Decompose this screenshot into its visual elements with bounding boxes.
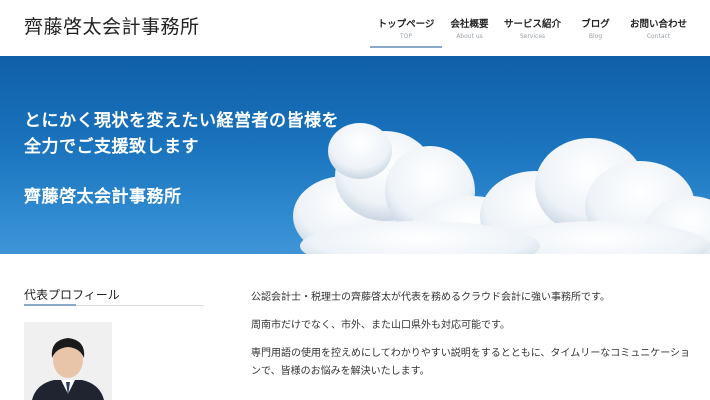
- nav-label: お問い合わせ: [629, 19, 687, 30]
- intro-paragraph: 公認会計士・税理士の齊藤啓太が代表を務めるクラウド会計に強い事務所です。: [251, 292, 610, 303]
- nav-sublabel: Blog: [588, 33, 603, 40]
- nav-sublabel: Services: [519, 33, 546, 40]
- hero-firm-name: 齊藤啓太会計事務所: [24, 187, 182, 207]
- portrait-image: [24, 322, 112, 400]
- hero-banner: とにかく現状を変えたい経営者の皆様を 全力でご支援致します 齊藤啓太会計事務所: [0, 56, 710, 254]
- hero-headline-1: とにかく現状を変えたい経営者の皆様を: [24, 111, 339, 131]
- nav-sublabel: About us: [456, 33, 483, 40]
- nav-label: トップページ: [377, 19, 435, 30]
- intro-paragraph: 専門用語の使用を控えめにしてわかりやすい説明をするとともに、タイムリーなコミュニ…: [251, 348, 690, 377]
- profile-heading: 代表プロフィール: [24, 288, 120, 302]
- nav-item-contact[interactable]: お問い合わせ Contact: [627, 16, 690, 48]
- nav-sublabel: Contact: [646, 33, 671, 40]
- nav-item-top[interactable]: トップページ TOP: [370, 16, 442, 48]
- nav-label: サービス紹介: [503, 19, 561, 30]
- profile-divider-accent: [24, 304, 76, 306]
- site-title[interactable]: 齊藤啓太会計事務所: [24, 12, 200, 39]
- nav-sublabel: TOP: [399, 33, 412, 40]
- nav-item-services[interactable]: サービス紹介 Services: [501, 16, 564, 48]
- intro-paragraph: 周南市だけでなく、市外、また山口県外も対応可能です。: [251, 320, 510, 331]
- nav-label: 会社概要: [450, 19, 489, 30]
- hero-headline-2: 全力でご支援致します: [24, 137, 199, 157]
- site-header: 齊藤啓太会計事務所 トップページ TOP 会社概要 About us サービス紹…: [0, 0, 710, 56]
- nav-label: ブログ: [581, 19, 610, 30]
- intro-text: 公認会計士・税理士の齊藤啓太が代表を務めるクラウド会計に強い事務所です。 周南市…: [251, 289, 691, 391]
- main-nav: トップページ TOP 会社概要 About us サービス紹介 Services…: [370, 16, 690, 48]
- nav-item-about[interactable]: 会社概要 About us: [438, 16, 501, 48]
- avatar: [24, 322, 112, 400]
- nav-item-blog[interactable]: ブログ Blog: [564, 16, 627, 48]
